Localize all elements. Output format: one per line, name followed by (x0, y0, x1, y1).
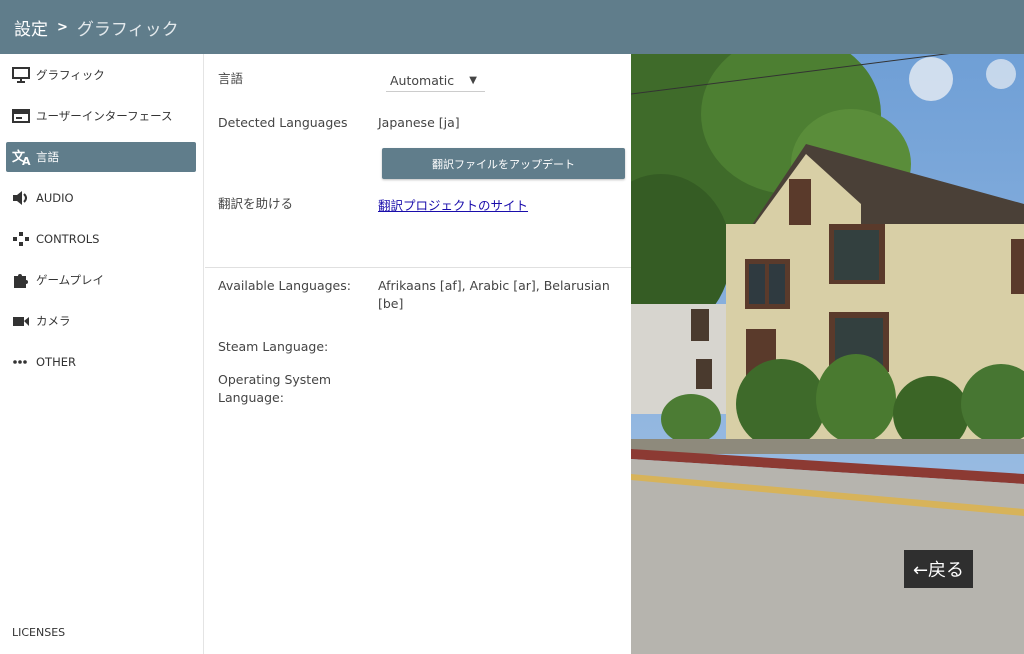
os-language-label: Operating System Language: (218, 372, 332, 405)
sidebar-item-label: カメラ (36, 314, 71, 328)
sidebar-item-controls[interactable]: CONTROLS (6, 224, 196, 254)
monitor-icon (12, 66, 34, 84)
header-bar: 設定 > グラフィック (0, 0, 1024, 54)
help-translate-label: 翻訳を助ける (218, 196, 294, 211)
sidebar-item-label: グラフィック (36, 68, 105, 82)
sidebar-item-user-interface[interactable]: ユーザーインターフェース (6, 101, 196, 131)
sidebar-item-gameplay[interactable]: ゲームプレイ (6, 265, 196, 295)
sidebar-item-camera[interactable]: カメラ (6, 306, 196, 336)
svg-text:A: A (22, 155, 31, 166)
language-select[interactable]: Automatic ▼ (386, 70, 485, 92)
detected-languages-value: Japanese [ja] (378, 115, 460, 130)
licenses-link[interactable]: LICENSES (12, 626, 65, 639)
window-icon (12, 107, 34, 125)
sidebar-item-other[interactable]: OTHER (6, 347, 196, 377)
caret-down-icon: ▼ (469, 75, 477, 86)
more-icon (12, 353, 34, 371)
sidebar-item-language[interactable]: 文A 言語 (6, 142, 196, 172)
sidebar-item-label: OTHER (36, 355, 76, 369)
language-select-value: Automatic (390, 73, 455, 88)
sidebar-item-label: ユーザーインターフェース (36, 109, 173, 123)
available-languages-label: Available Languages: (218, 278, 351, 293)
sidebar: グラフィック ユーザーインターフェース 文A 言語 AUDIO CONTROLS… (0, 54, 204, 654)
sidebar-item-label: 言語 (36, 150, 59, 164)
steam-language-label: Steam Language: (218, 339, 329, 354)
translation-project-link[interactable]: 翻訳プロジェクトのサイト (378, 195, 528, 214)
detected-languages-label: Detected Languages (218, 115, 348, 130)
language-label: 言語 (218, 71, 244, 86)
sidebar-item-label: CONTROLS (36, 232, 100, 246)
video-camera-icon (12, 312, 34, 330)
update-translations-button[interactable]: 翻訳ファイルをアップデート (382, 148, 625, 179)
language-settings-panel: 言語 Automatic ▼ Detected Languages Japane… (205, 54, 631, 654)
puzzle-icon (12, 271, 34, 289)
sidebar-item-graphics[interactable]: グラフィック (6, 60, 196, 90)
breadcrumb-root[interactable]: 設定 (14, 15, 48, 40)
available-languages-value: Afrikaans [af], Arabic [ar], Belarusian … (378, 278, 610, 311)
breadcrumb-current: グラフィック (76, 19, 179, 40)
back-button[interactable]: ←戻る (904, 550, 973, 588)
section-divider (205, 267, 631, 268)
translate-icon: 文A (12, 148, 34, 166)
sidebar-item-audio[interactable]: AUDIO (6, 183, 196, 213)
gamepad-icon (12, 230, 34, 248)
sidebar-item-label: AUDIO (36, 191, 74, 205)
sidebar-item-label: ゲームプレイ (36, 273, 104, 287)
breadcrumb-separator: > (57, 19, 68, 35)
speaker-icon (12, 189, 34, 207)
